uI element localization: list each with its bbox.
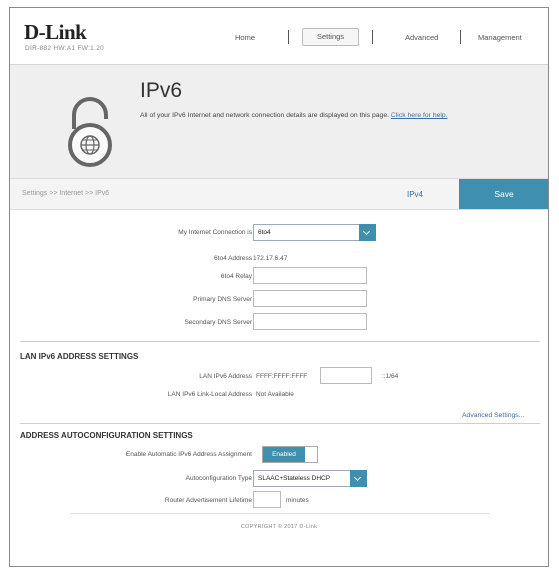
section-divider: [20, 423, 540, 424]
relay-input[interactable]: [253, 267, 367, 284]
page-banner: IPv6 All of your IPv6 Internet and netwo…: [10, 64, 548, 179]
nav-separator: [460, 30, 461, 44]
ra-lifetime-label: Router Advertisement Lifetime: [164, 497, 252, 504]
autoconfig-type-value: SLAAC+Stateless DHCP: [258, 475, 331, 482]
unlocked-padlock-globe-icon: [68, 97, 112, 167]
ipv6-address-label: 6to4 Address: [214, 255, 252, 262]
lan-address-input[interactable]: [320, 367, 372, 384]
nav-home[interactable]: Home: [235, 33, 255, 42]
footer-divider: [70, 513, 490, 514]
dlink-logo: D-Link: [24, 20, 87, 44]
ipv6-address-value: 172.17.6.47: [253, 255, 288, 262]
primary-dns-label: Primary DNS Server: [193, 296, 252, 303]
page-description: All of your IPv6 Internet and network co…: [140, 112, 448, 119]
connection-type-label: My Internet Connection is: [178, 229, 252, 236]
link-local-value: Not Available: [256, 391, 294, 398]
router-page: D-Link DIR-882 HW:A1 FW:1.20 Home Settin…: [9, 7, 549, 567]
nav-separator: [288, 30, 289, 44]
lan-section-title: LAN IPv6 ADDRESS SETTINGS: [20, 352, 139, 361]
model-info: DIR-882 HW:A1 FW:1.20: [25, 45, 105, 52]
save-button[interactable]: Save: [459, 179, 548, 209]
breadcrumb-bar: Settings >> Internet >> IPv6 IPv4 Save: [10, 178, 548, 210]
toggle-state: Enabled: [263, 447, 305, 462]
page-title: IPv6: [140, 79, 183, 102]
nav-management[interactable]: Management: [478, 33, 522, 42]
description-text: All of your IPv6 Internet and network co…: [140, 112, 389, 119]
breadcrumb: Settings >> Internet >> IPv6: [22, 190, 110, 197]
ra-lifetime-input[interactable]: [253, 491, 281, 508]
enable-autoconfig-label: Enable Automatic IPv6 Address Assignment: [125, 451, 252, 458]
top-header: D-Link DIR-882 HW:A1 FW:1.20 Home Settin…: [10, 8, 548, 64]
section-divider: [20, 341, 540, 342]
ipv4-link[interactable]: IPv4: [407, 190, 423, 199]
secondary-dns-input[interactable]: [253, 313, 367, 330]
chevron-down-icon[interactable]: [359, 224, 376, 241]
chevron-down-icon[interactable]: [350, 470, 367, 487]
lan-address-prefix: FFFF:FFFF:FFFF: [256, 373, 308, 380]
link-local-label: LAN IPv6 Link-Local Address: [167, 391, 252, 398]
nav-advanced[interactable]: Advanced: [405, 33, 438, 42]
copyright-footer: COPYRIGHT © 2017 D-Link: [240, 524, 318, 530]
lan-address-suffix: ::1/64: [382, 373, 399, 380]
nav-settings[interactable]: Settings: [302, 28, 359, 46]
autoconfig-section-title: ADDRESS AUTOCONFIGURATION SETTINGS: [20, 431, 193, 440]
relay-label: 6to4 Relay: [220, 273, 252, 280]
lan-address-label: LAN IPv6 Address: [199, 373, 252, 380]
connection-type-select[interactable]: 6to4: [253, 224, 376, 241]
advanced-settings-link[interactable]: Advanced Settings...: [462, 412, 524, 419]
secondary-dns-label: Secondary DNS Server: [184, 319, 252, 326]
enable-autoconfig-toggle[interactable]: Enabled: [262, 446, 318, 463]
nav-separator: [372, 30, 373, 44]
connection-type-value: 6to4: [258, 229, 271, 236]
help-link[interactable]: Click here for help.: [391, 112, 448, 119]
primary-dns-input[interactable]: [253, 290, 367, 307]
autoconfig-type-select[interactable]: SLAAC+Stateless DHCP: [253, 470, 367, 487]
autoconfig-type-label: Autoconfiguration Type: [185, 475, 252, 482]
ra-lifetime-unit: minutes: [286, 497, 309, 504]
